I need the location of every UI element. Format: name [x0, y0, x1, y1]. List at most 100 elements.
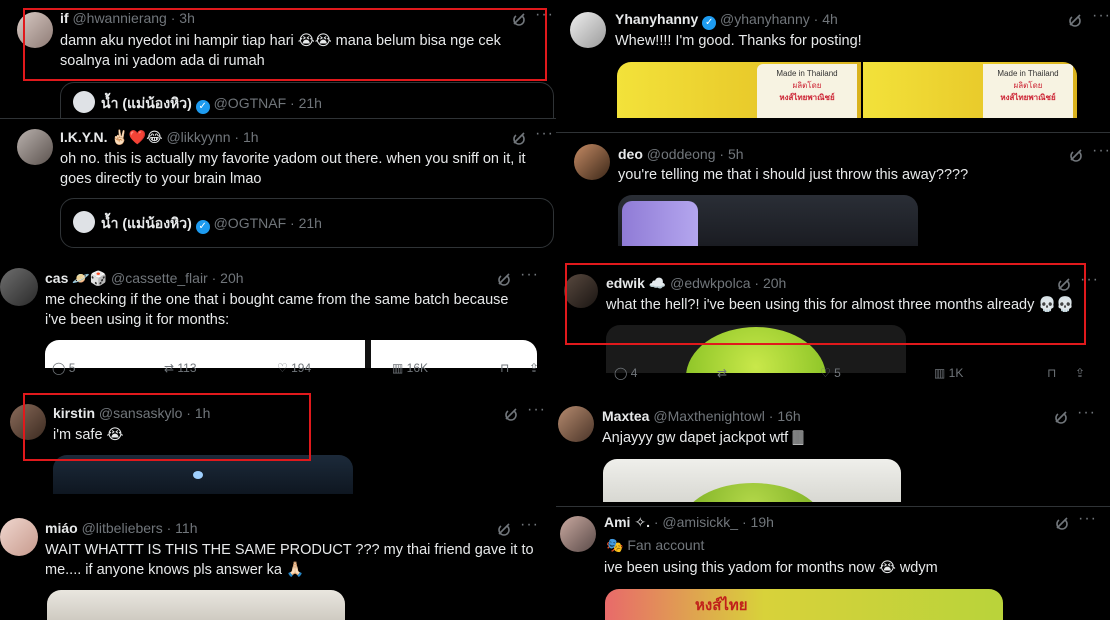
tweet-text: WAIT WHATTT IS THIS THE SAME PRODUCT ???… [45, 542, 534, 578]
author-name[interactable]: miáo [45, 520, 78, 536]
verified-icon: ✓ [195, 220, 210, 234]
action-bar: ◯ 4 ⇄ ♡ 5 ▥ 1K ⊓ ⇪ [614, 366, 1104, 382]
retweet-button[interactable]: ⇄ 113 [164, 361, 197, 375]
author-handle[interactable]: @cassette_flair [111, 270, 208, 286]
grok-icon[interactable] [503, 406, 519, 422]
bookmark-icon[interactable]: ⊓ [1047, 366, 1056, 380]
highlight-box [565, 263, 1086, 345]
tweet-image[interactable] [47, 590, 345, 620]
tweet-edwik[interactable]: edwik ☁️ @edwkpolca · 20h ··· what the h… [556, 258, 1110, 382]
reply-button[interactable]: ◯ 4 [614, 366, 637, 380]
author-name[interactable]: deo [618, 146, 643, 162]
author-handle[interactable]: @yhanyhanny [720, 11, 810, 27]
grok-icon[interactable] [511, 130, 527, 146]
verified-icon: ✓ [702, 16, 717, 30]
quoted-tweet[interactable]: น้ำ (แม่น้องหิว) ✓ @OGTNAF · 21h [60, 198, 554, 248]
timestamp[interactable]: 20h [220, 270, 243, 286]
quote-timestamp: 21h [298, 95, 322, 111]
like-button[interactable]: ♡ 194 [277, 361, 311, 375]
grok-icon[interactable] [1053, 409, 1069, 425]
grok-icon[interactable] [1068, 147, 1084, 163]
quoted-tweet[interactable]: น้ำ (แม่น้องหิว) ✓ @OGTNAF · 21h [60, 82, 554, 118]
avatar[interactable] [574, 144, 610, 180]
author-handle[interactable]: @litbeliebers [82, 520, 163, 536]
tweet-image[interactable]: Made in Thailand ผลิตโดย หงส์ไทยพาณิชย์ [863, 62, 1077, 118]
views-button[interactable]: ▥ 1K [934, 366, 963, 380]
like-button[interactable]: ♡ 5 [820, 366, 841, 380]
tweet-text: Anjayyy gw dapet jackpot wtf 🀫 [602, 430, 804, 446]
more-icon[interactable]: ··· [1092, 7, 1110, 25]
share-icon[interactable]: ⇪ [529, 361, 539, 375]
retweet-button[interactable]: ⇄ [717, 366, 727, 380]
avatar[interactable] [17, 129, 53, 165]
divider [556, 506, 1110, 507]
quote-author-name: น้ำ (แม่น้องหิว) [101, 215, 192, 231]
views-button[interactable]: ▥ 16K [392, 361, 428, 375]
tweet-text: me checking if the one that i bought cam… [45, 292, 509, 328]
timestamp[interactable]: 5h [728, 146, 744, 162]
author-name[interactable]: Maxtea [602, 408, 649, 424]
more-icon[interactable]: ··· [1077, 404, 1096, 422]
more-icon[interactable]: ··· [535, 125, 554, 143]
avatar[interactable] [0, 268, 38, 306]
tweet-image[interactable] [618, 195, 918, 246]
tweet-image[interactable]: หงส์ไทย [605, 589, 1003, 620]
quote-author-handle: @OGTNAF [213, 215, 287, 231]
tweet-yhanyhanny[interactable]: Yhanyhanny ✓ @yhanyhanny · 4h ··· Whew!!… [556, 0, 1110, 130]
grok-icon[interactable] [1054, 515, 1070, 531]
more-icon[interactable]: ··· [527, 401, 546, 419]
more-icon[interactable]: ··· [1092, 142, 1110, 160]
avatar[interactable] [570, 12, 606, 48]
author-handle[interactable]: @Maxthenightowl [653, 408, 765, 424]
share-icon[interactable]: ⇪ [1075, 366, 1085, 380]
author-name[interactable]: Ami ✧. [604, 514, 650, 530]
tweet-image[interactable] [603, 459, 901, 502]
author-handle[interactable]: @amisickk_ [662, 514, 738, 530]
tweet-ikyn[interactable]: I.K.Y.N. ✌🏻❤️😂 @likkyynn · 1h ··· oh no.… [0, 118, 556, 248]
tweet-kirstin[interactable]: kirstin @sansaskylo · 1h ··· i'm safe 😭 [0, 392, 556, 494]
tweet-miao[interactable]: miáo @litbeliebers · 11h ··· WAIT WHATTT… [0, 504, 556, 620]
timestamp[interactable]: 1h [243, 129, 259, 145]
divider [556, 132, 1110, 133]
quote-author-name: น้ำ (แม่น้องหิว) [101, 95, 192, 111]
timestamp[interactable]: 16h [777, 408, 800, 424]
tweet-cas[interactable]: cas 🪐🎲 @cassette_flair · 20h ··· me chec… [0, 258, 556, 382]
grok-icon[interactable] [496, 271, 512, 287]
more-icon[interactable]: ··· [520, 266, 539, 284]
timestamp[interactable]: 4h [822, 11, 838, 27]
label-text: หงส์ไทยพาณิชย์ [779, 93, 835, 102]
quote-author-handle: @OGTNAF [213, 95, 287, 111]
timestamp[interactable]: 11h [175, 520, 197, 536]
grok-icon[interactable] [1067, 12, 1083, 28]
tweet-text: you're telling me that i should just thr… [618, 167, 969, 183]
account-label: Fan account [627, 537, 705, 553]
tweet-image[interactable]: Made in Thailand ผลิตโดย หงส์ไทยพาณิชย์ [617, 62, 861, 118]
avatar[interactable] [558, 406, 594, 442]
tweet-ami[interactable]: Ami ✧. · @amisickk_ · 19h ··· 🎭 Fan acco… [556, 506, 1110, 620]
tweet-deo[interactable]: deo @oddeong · 5h ··· you're telling me … [556, 132, 1110, 246]
avatar [73, 91, 95, 113]
author-handle[interactable]: @oddeong [647, 146, 716, 162]
author-name[interactable]: cas 🪐🎲 [45, 270, 107, 286]
avatar[interactable] [0, 518, 38, 556]
reply-button[interactable]: ◯ 5 [52, 361, 75, 375]
highlight-box [23, 8, 547, 81]
highlight-box [23, 393, 311, 461]
tweet-text: ive been using this yadom for months now… [604, 560, 938, 576]
author-name[interactable]: I.K.Y.N. ✌🏻❤️😂 [60, 129, 163, 145]
avatar[interactable] [560, 516, 596, 552]
divider [0, 118, 556, 119]
author-handle[interactable]: @likkyynn [166, 129, 230, 145]
more-icon[interactable]: ··· [1078, 510, 1097, 528]
quote-timestamp: 21h [298, 215, 322, 231]
tweet-text: oh no. this is actually my favorite yado… [60, 151, 526, 187]
timestamp[interactable]: 19h [751, 514, 774, 530]
tweet-if[interactable]: if @hwannierang · 3h ··· damn aku nyedot… [0, 0, 556, 118]
bookmark-icon[interactable]: ⊓ [500, 361, 509, 375]
author-name[interactable]: Yhanyhanny [615, 11, 698, 27]
tweet-maxtea[interactable]: Maxtea @Maxthenightowl · 16h ··· Anjayyy… [556, 394, 1110, 504]
avatar [73, 211, 95, 233]
label-text: Made in Thailand [997, 69, 1059, 78]
grok-icon[interactable] [496, 521, 512, 537]
more-icon[interactable]: ··· [520, 516, 539, 534]
